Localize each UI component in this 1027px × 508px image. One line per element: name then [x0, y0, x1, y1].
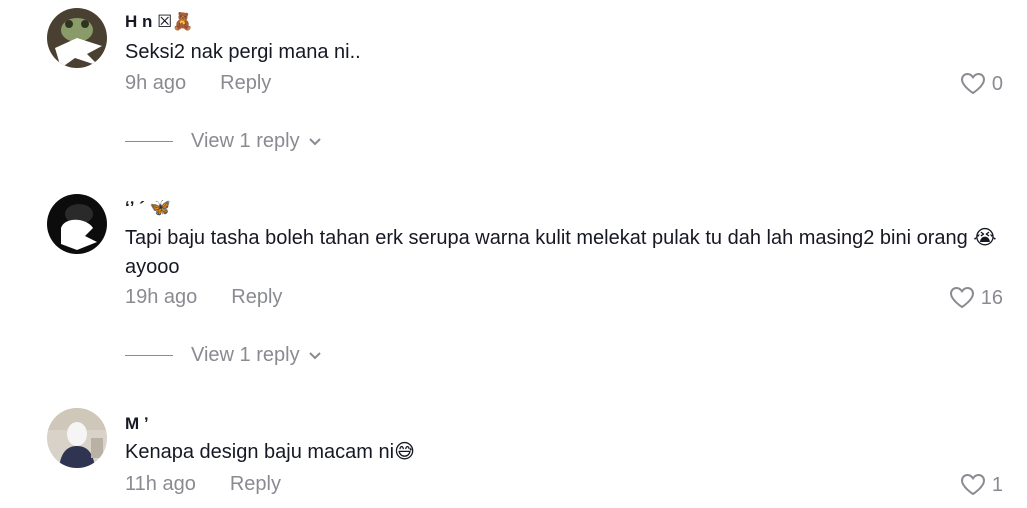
comment-time: 19h ago [125, 286, 198, 308]
like-button[interactable]: 1 [960, 473, 1003, 497]
view-replies-label: View 1 reply [191, 344, 300, 366]
like-button[interactable]: 0 [960, 72, 1003, 96]
view-replies-button[interactable]: View 1 reply [125, 344, 322, 367]
comment-text: Tapi baju tasha boleh tahan erk serupa w… [125, 227, 997, 278]
divider [125, 355, 173, 356]
comment-username[interactable]: M ʼ [125, 414, 149, 434]
avatar[interactable] [47, 194, 107, 254]
chevron-down-icon [308, 351, 321, 359]
heart-icon [949, 286, 974, 309]
heart-icon [960, 473, 985, 496]
comment-meta: 11h ago Reply [125, 473, 281, 496]
comment-text: Seksi2 nak pergi mana ni.. [125, 41, 361, 63]
avatar[interactable] [47, 408, 107, 468]
avatar[interactable] [47, 8, 107, 68]
divider [125, 141, 173, 142]
like-count: 0 [991, 72, 1003, 95]
reply-button[interactable]: Reply [220, 72, 271, 94]
comment-time: 9h ago [125, 72, 187, 94]
photo-avatar-icon [47, 408, 107, 468]
comment-username[interactable]: ʻʼ ´ 🦋 [125, 198, 171, 218]
comment-meta: 9h ago Reply [125, 72, 271, 95]
view-replies-button[interactable]: View 1 reply [125, 130, 322, 153]
comment-time: 11h ago [125, 473, 196, 495]
frog-avatar-icon [47, 8, 107, 68]
like-button[interactable]: 16 [949, 286, 1003, 310]
comment-text: Kenapa design baju macam ni😅 [125, 441, 415, 463]
like-count: 1 [991, 473, 1003, 496]
comment-meta: 19h ago Reply [125, 286, 282, 309]
chevron-down-icon [308, 137, 321, 145]
view-replies-label: View 1 reply [191, 130, 300, 152]
comment-username[interactable]: H n ☒🧸 [125, 12, 194, 32]
reply-button[interactable]: Reply [231, 286, 282, 308]
reply-button[interactable]: Reply [230, 473, 281, 495]
like-count: 16 [980, 286, 1003, 309]
dark-avatar-icon [47, 194, 107, 254]
heart-icon [960, 72, 985, 95]
